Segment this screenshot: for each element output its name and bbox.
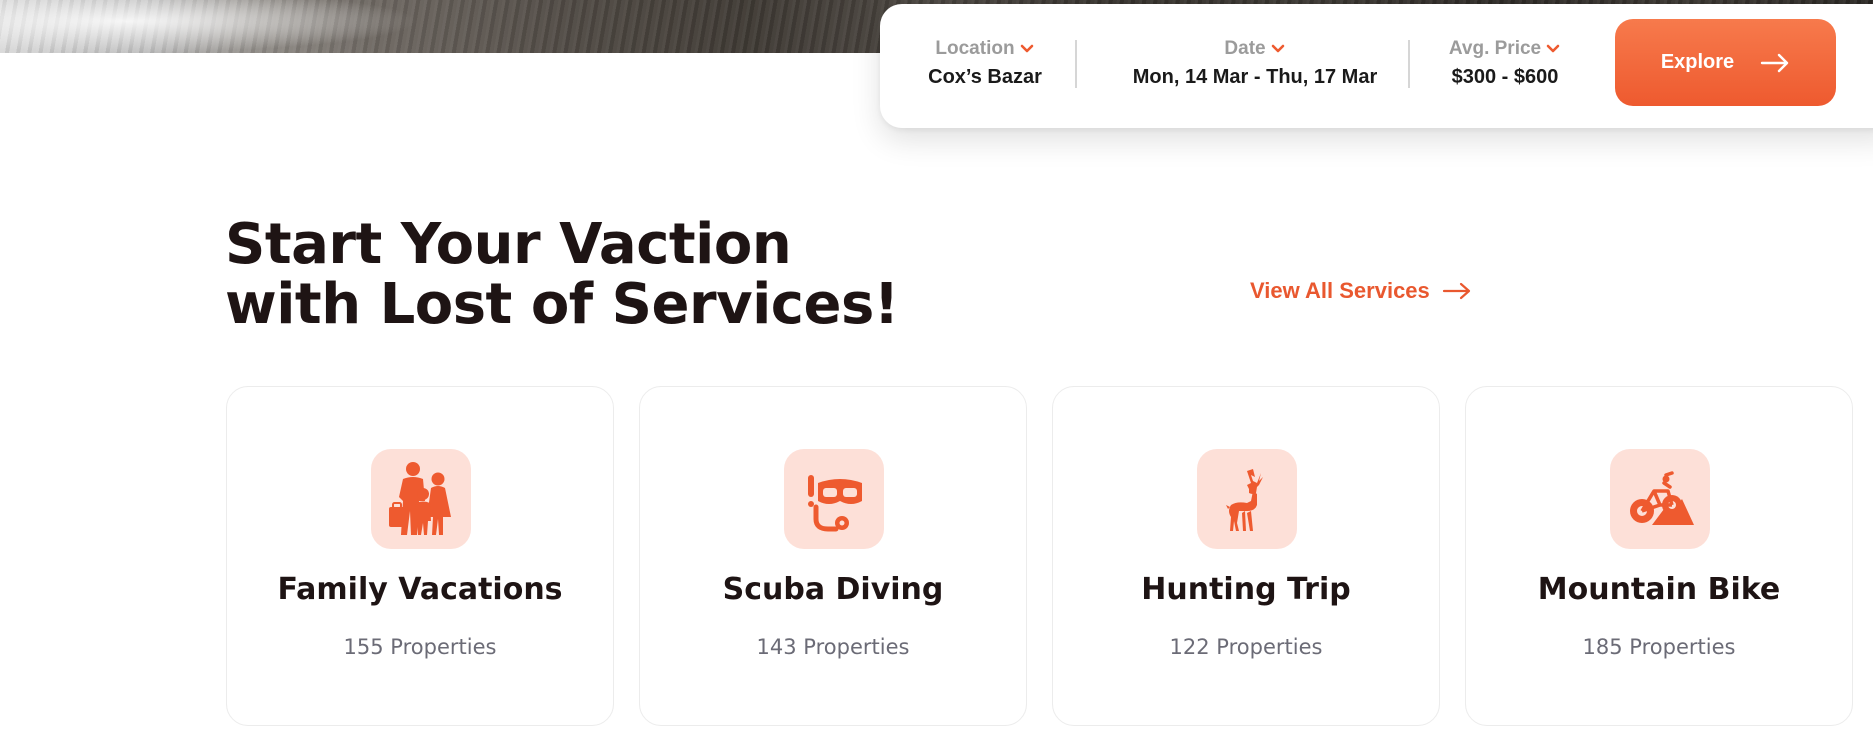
section-title-line1: Start Your Vaction: [225, 212, 792, 277]
section-title: Start Your Vaction with Lost of Services…: [225, 215, 945, 335]
service-card-scuba-diving[interactable]: Scuba Diving 143 Properties: [639, 386, 1027, 726]
card-title: Mountain Bike: [1537, 572, 1781, 607]
card-title: Family Vacations: [277, 572, 563, 607]
price-field[interactable]: Avg. Price $300 - $600: [1435, 38, 1575, 89]
location-value: Cox’s Bazar: [928, 66, 1042, 88]
service-card-family-vacations[interactable]: Family Vacations 155 Properties: [226, 386, 614, 726]
view-all-label: View All Services: [1250, 278, 1430, 303]
card-properties-count: 122 Properties: [1169, 635, 1323, 659]
family-icon-box: [371, 449, 471, 549]
date-field[interactable]: Date Mon, 14 Mar - Thu, 17 Mar: [1110, 38, 1400, 89]
price-label-row: Avg. Price: [1449, 38, 1561, 60]
deer-icon-box: [1197, 449, 1297, 549]
scuba-icon-box: [784, 449, 884, 549]
chevron-down-icon: [1271, 44, 1284, 53]
location-label: Location: [935, 38, 1015, 59]
divider: [1408, 40, 1410, 88]
search-bar: Location Cox’s Bazar Date Mon, 14 Mar - …: [880, 4, 1873, 128]
explore-button[interactable]: Explore: [1615, 19, 1836, 106]
arrow-right-icon: [1442, 282, 1470, 300]
deer-icon: [1226, 469, 1263, 531]
chevron-down-icon: [1546, 44, 1560, 53]
location-field[interactable]: Location Cox’s Bazar: [925, 38, 1045, 89]
mountain-bike-icon-box: [1610, 449, 1710, 549]
card-title: Scuba Diving: [722, 572, 944, 607]
explore-label: Explore: [1660, 51, 1735, 73]
date-label: Date: [1224, 38, 1266, 59]
scuba-icon: [808, 475, 862, 532]
location-label-row: Location: [935, 38, 1034, 60]
service-card-mountain-bike[interactable]: Mountain Bike 185 Properties: [1465, 386, 1853, 726]
divider: [1075, 40, 1077, 88]
card-title: Hunting Trip: [1141, 572, 1351, 607]
service-card-hunting-trip[interactable]: Hunting Trip 122 Properties: [1052, 386, 1440, 726]
arrow-right-icon: [1760, 53, 1789, 72]
view-all-services-link[interactable]: View All Services: [1250, 278, 1472, 304]
card-properties-count: 155 Properties: [343, 635, 497, 659]
chevron-down-icon: [1020, 44, 1033, 53]
card-properties-count: 143 Properties: [756, 635, 910, 659]
card-properties-count: 185 Properties: [1582, 635, 1736, 659]
price-label: Avg. Price: [1448, 38, 1542, 59]
mountain-bike-icon: [1630, 471, 1694, 525]
section-title-line2: with Lost of Services!: [225, 272, 899, 337]
date-value: Mon, 14 Mar - Thu, 17 Mar: [1132, 66, 1378, 88]
date-label-row: Date: [1224, 38, 1285, 60]
price-value: $300 - $600: [1451, 66, 1559, 88]
family-icon: [389, 462, 451, 535]
